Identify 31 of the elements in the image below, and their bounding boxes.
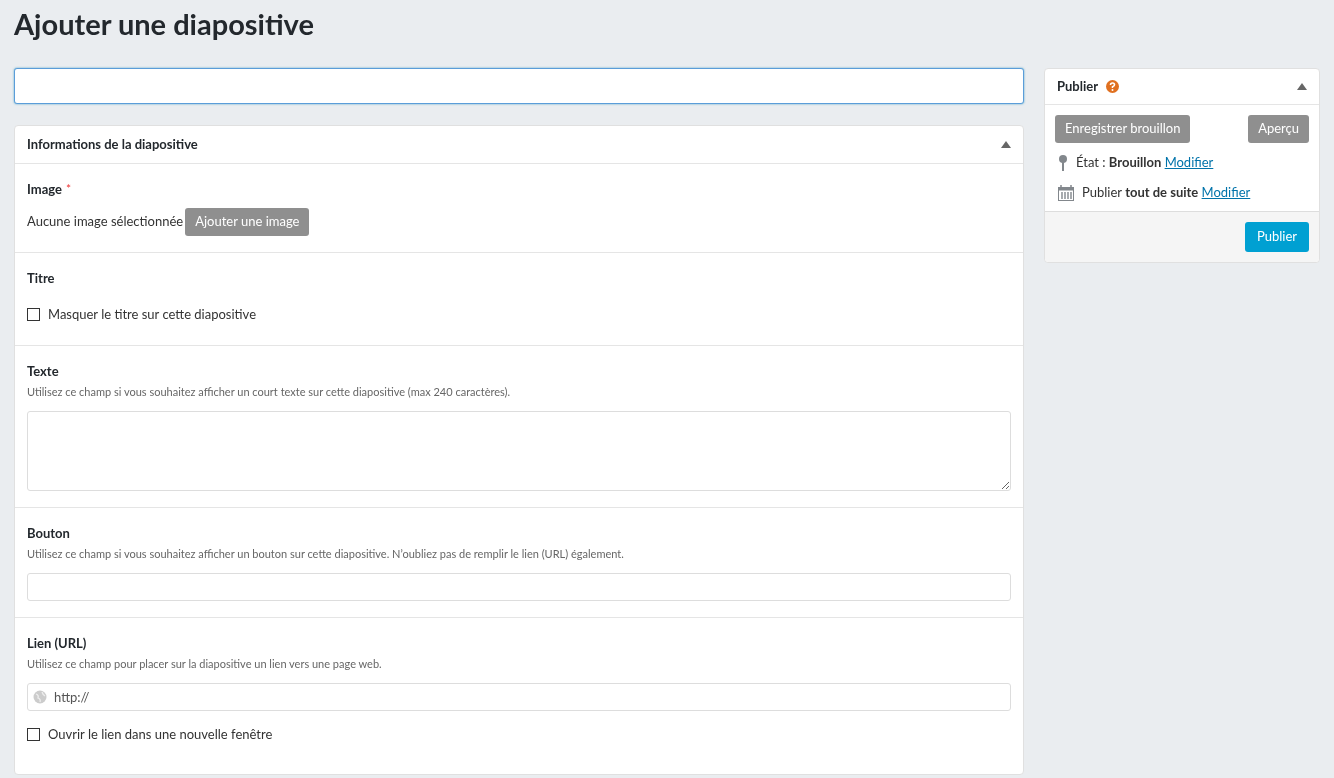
collapse-caret-icon[interactable] xyxy=(1001,141,1011,148)
field-label: Bouton xyxy=(27,523,70,543)
image-status-text: Aucune image sélectionnée xyxy=(27,211,184,231)
calendar-icon xyxy=(1058,185,1074,201)
help-text: Utilisez ce champ pour placer sur la diapositive un lien vers une page web. xyxy=(27,656,383,672)
status-text: État : Brouillon xyxy=(1076,154,1162,171)
field-label: Image xyxy=(27,180,62,199)
checkbox[interactable] xyxy=(27,308,40,322)
panel-title: Informations de la diapositive xyxy=(27,134,198,154)
collapse-caret-icon[interactable] xyxy=(1297,83,1307,90)
checkbox-label: Masquer le titre sur cette diapositive xyxy=(48,305,256,324)
checkbox-label: Ouvrir le lien dans une nouvelle fenêtre xyxy=(48,724,273,744)
field-label: Titre xyxy=(27,268,55,288)
checkbox[interactable] xyxy=(27,727,40,741)
required-asterisk: * xyxy=(65,180,72,198)
help-text: Utilisez ce champ si vous souhaitez afficher un bouton sur cette diapositive. N’oubliez pas de remplir le lien (URL) également. xyxy=(27,546,625,562)
pin-icon xyxy=(1058,155,1068,171)
page-title: Ajouter une diapositive xyxy=(14,6,315,42)
button-text-field[interactable] xyxy=(27,572,1011,601)
help-icon[interactable] xyxy=(1106,80,1120,93)
status-text: Publier tout de suite xyxy=(1082,184,1199,201)
publish-button[interactable]: Publier xyxy=(1244,222,1309,252)
edit-link[interactable]: Modifier xyxy=(1164,154,1214,171)
help-text: Utilisez ce champ si vous souhaitez afficher un court texte sur cette diapositive (max 240 caractères). xyxy=(27,384,512,400)
field-label: Lien (URL) xyxy=(27,633,87,653)
title-field[interactable] xyxy=(14,68,1024,104)
globe-icon xyxy=(33,689,47,704)
url-field[interactable]: http:// xyxy=(27,682,1011,711)
edit-link[interactable]: Modifier xyxy=(1201,184,1251,201)
panel-title: Publier xyxy=(1057,76,1099,96)
field-label: Texte xyxy=(27,361,59,381)
